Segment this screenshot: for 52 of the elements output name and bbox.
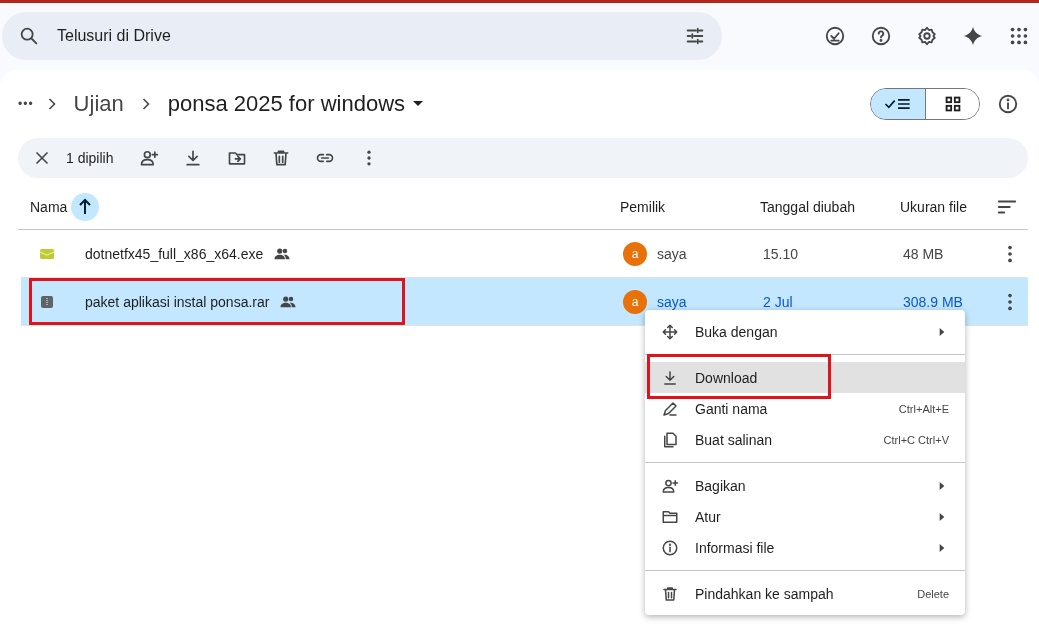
modified-date: 15.10 [763,245,799,262]
settings-icon[interactable] [916,25,938,47]
trash-icon [661,584,679,603]
owner-name: saya [657,293,687,310]
menu-item[interactable]: Pindahkan ke sampah Delete [645,578,965,609]
chevron-icon [141,98,150,110]
file-name: dotnetfx45_full_x86_x64.exe [85,245,264,262]
file-name: paket aplikasi instal ponsa.rar [85,293,270,310]
help-icon[interactable] [870,25,892,47]
menu-item[interactable]: Informasi file [645,532,965,563]
menu-item[interactable]: Ganti nama Ctrl+Alt+E [645,393,965,424]
chevron-icon [47,98,56,110]
breadcrumb-item[interactable]: ponsa 2025 for windows [163,91,427,117]
column-header[interactable]: Ukuran file [900,198,967,215]
keyboard-shortcut: Ctrl+Alt+E [898,402,949,415]
keyboard-shortcut: Delete [917,587,949,600]
breadcrumb-more-button[interactable]: ••• [18,97,34,111]
selection-count: 1 dipilih [66,150,114,166]
list-view-button[interactable] [871,89,925,119]
sort-ascending-icon[interactable] [71,192,100,221]
add-person-icon[interactable] [139,148,160,168]
column-header[interactable]: Nama [30,198,68,215]
file-size: 48 MB [903,245,944,262]
check-circle-icon[interactable] [824,25,846,47]
grid-view-button[interactable] [925,89,979,119]
archive-file-icon [39,293,55,310]
modified-date: 2 Jul [763,293,793,310]
owner-name: saya [657,245,687,262]
menu-item[interactable]: Buat salinan Ctrl+C Ctrl+V [645,424,965,455]
sliders-icon [684,25,706,47]
apps-grid-icon[interactable] [1008,25,1030,47]
keyboard-shortcut: Ctrl+C Ctrl+V [883,433,949,446]
menu-item[interactable]: Download [645,362,965,393]
info-icon [661,538,679,557]
breadcrumb-item[interactable]: Ujian [69,91,128,117]
sparkle-icon[interactable] [962,25,984,47]
view-toggle[interactable] [870,88,980,120]
search-icon [18,25,40,47]
download-icon [661,368,679,387]
file-size: 308.9 MB [903,293,963,310]
owner-avatar: a [623,289,647,314]
caret-icon [413,101,423,107]
menu-item[interactable]: Bagikan [645,470,965,501]
owner-avatar: a [623,241,647,266]
search-field[interactable]: Telusuri di Drive [2,12,722,60]
column-header[interactable]: Tanggal diubah [760,198,855,215]
copy-icon [661,430,679,449]
menu-item[interactable]: Atur [645,501,965,532]
column-header[interactable]: Pemilik [620,198,666,215]
pencil-icon [661,399,679,418]
move-arrows-icon [661,322,679,341]
info-icon[interactable] [997,93,1019,115]
